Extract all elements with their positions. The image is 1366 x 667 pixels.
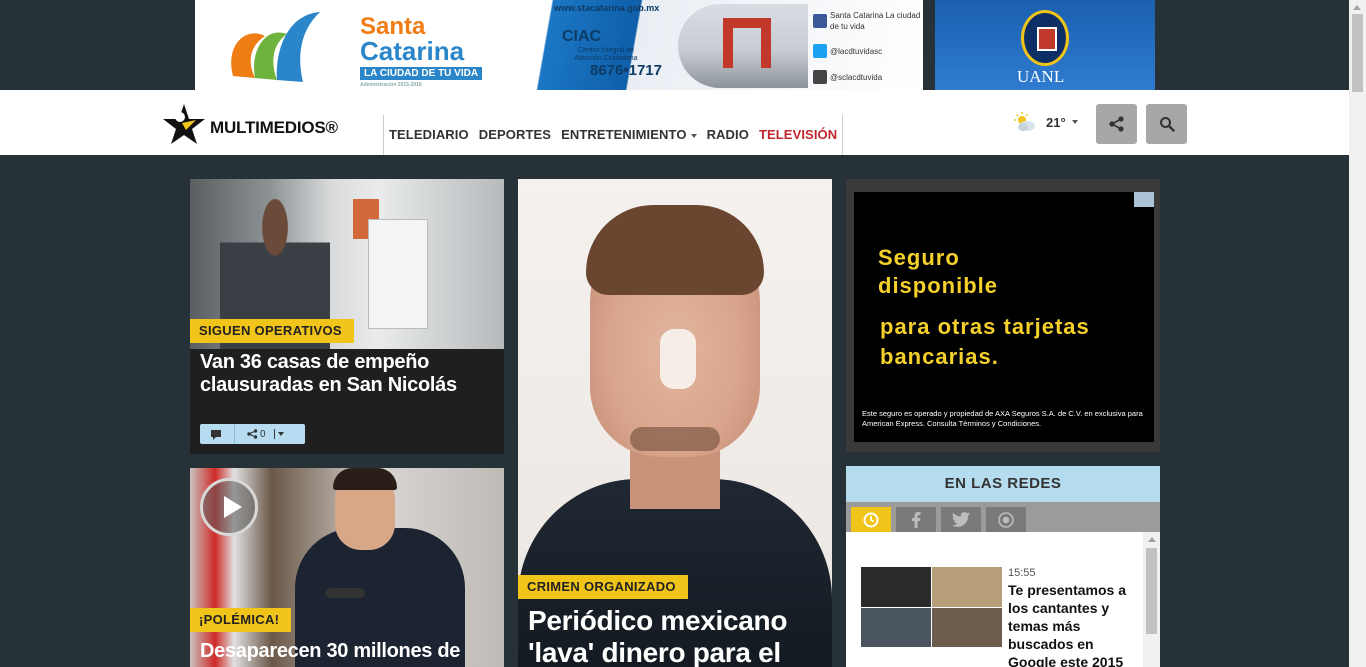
ad-line1: Seguro disponible xyxy=(878,245,998,298)
scroll-up-icon[interactable] xyxy=(1353,5,1361,10)
story-headline[interactable]: Van 36 casas de empeño clausuradas en Sa… xyxy=(200,351,490,397)
nav-deportes[interactable]: DEPORTES xyxy=(474,115,556,155)
redes-title: EN LAS REDES xyxy=(846,466,1160,502)
uanl-name: UANL xyxy=(1017,67,1065,86)
comment-icon[interactable] xyxy=(210,429,222,440)
ad-line2: para otras tarjetas bancarias. xyxy=(880,314,1090,369)
weather-temp: 21° xyxy=(1046,114,1066,130)
image-detail xyxy=(586,205,764,295)
ad-disclaimer: Este seguro es operado y propiedad de AX… xyxy=(862,409,1143,428)
tab-twitter[interactable] xyxy=(941,507,981,532)
ad-social-facebook: Santa Catarina La ciudad de tu vida xyxy=(813,10,923,32)
redes-item-thumbnail[interactable] xyxy=(861,567,1002,647)
story-card[interactable]: SIGUEN OPERATIVOS Van 36 casas de empeño… xyxy=(190,179,504,454)
image-detail xyxy=(325,588,365,598)
santa-catarina-logo-icon xyxy=(231,12,320,82)
ad-monument-photo xyxy=(678,4,808,88)
story-tag[interactable]: SIGUEN OPERATIVOS xyxy=(190,319,354,343)
ad-social-list: Santa Catarina La ciudad de tu vida @lac… xyxy=(813,10,923,90)
redes-tabs xyxy=(846,502,1160,532)
ad-social-label: @sclacdtuvida xyxy=(830,72,883,82)
nav-entretenimiento-label: ENTRETENIMIENTO xyxy=(561,127,687,142)
scrollbar-thumb[interactable] xyxy=(1146,548,1157,634)
story-tag[interactable]: ¡POLÉMICA! xyxy=(190,608,292,632)
tab-facebook[interactable] xyxy=(896,507,936,532)
image-detail xyxy=(630,427,720,451)
image-detail xyxy=(333,468,397,490)
ad-social-label: @lacdtuvidasc xyxy=(830,46,883,56)
story-card[interactable]: ¡POLÉMICA! Desaparecen 30 millones de xyxy=(190,468,504,667)
ad-ciac-title: CIAC xyxy=(562,28,602,45)
scroll-up-icon[interactable] xyxy=(1148,537,1156,542)
thumbnail-tile xyxy=(861,607,931,647)
partly-sunny-icon xyxy=(1014,112,1035,131)
facebook-icon xyxy=(813,14,827,28)
facebook-icon xyxy=(912,511,921,528)
ad-slogan: LA CIUDAD DE TU VIDA xyxy=(360,67,483,80)
site-logo[interactable]: MULTIMEDIOS® xyxy=(162,103,338,145)
chevron-down-icon xyxy=(1071,120,1078,124)
clock-icon xyxy=(863,512,879,527)
thumbnail-tile xyxy=(932,567,1002,607)
nav-telediario[interactable]: TELEDIARIO xyxy=(384,115,474,155)
page-scrollbar[interactable] xyxy=(1349,0,1366,667)
nav-entretenimiento[interactable]: ENTRETENIMIENTO xyxy=(556,115,702,155)
search-button[interactable] xyxy=(1146,104,1187,144)
toolbar-divider xyxy=(234,424,235,444)
share-icon xyxy=(1108,116,1124,132)
story-headline[interactable]: Periódico mexicano 'lava' dinero para el xyxy=(528,605,824,667)
twitter-icon xyxy=(952,512,970,527)
image-detail xyxy=(660,329,696,389)
scrollbar-thumb[interactable] xyxy=(1352,14,1363,92)
nav-radio[interactable]: RADIO xyxy=(702,115,754,155)
top-banner-ad[interactable]: Santa Catarina LA CIUDAD DE TU VIDA Admi… xyxy=(195,0,923,90)
uanl-banner-ad[interactable]: UANL xyxy=(935,0,1155,90)
ad-url: www.stacatarina.gob.mx xyxy=(554,3,660,13)
image-detail xyxy=(368,219,428,329)
chevron-down-icon xyxy=(690,133,697,138)
tab-instagram[interactable] xyxy=(986,507,1026,532)
ad-phone: 8676•1717 xyxy=(590,62,662,79)
ad-brand: Santa Catarina LA CIUDAD DE TU VIDA Admi… xyxy=(360,15,483,88)
uanl-seal-icon xyxy=(1021,10,1069,66)
instagram-icon xyxy=(813,70,827,84)
story-toolbar: 0 xyxy=(200,424,305,444)
redes-scrollbar[interactable] xyxy=(1143,532,1160,667)
ad-brand-line2: Catarina xyxy=(360,36,465,66)
nav-television[interactable]: TELEVISIÓN xyxy=(754,115,842,155)
story-headline[interactable]: Desaparecen 30 millones de xyxy=(200,640,490,663)
thumbnail-tile xyxy=(932,607,1002,647)
thumbnail-tile xyxy=(861,567,931,607)
adchoices-icon[interactable] xyxy=(1134,192,1154,207)
play-video-icon[interactable] xyxy=(200,478,258,536)
redes-item-time: 15:55 xyxy=(1008,567,1036,579)
ad-admin: Administración 2015-2018 xyxy=(360,82,422,88)
ad-ciac-subtitle: Centro Integral de Atención Ciudadana xyxy=(574,47,638,62)
search-icon xyxy=(1159,117,1175,132)
tab-recent[interactable] xyxy=(851,507,891,532)
toolbar-divider xyxy=(273,429,275,439)
weather-widget[interactable]: 21° xyxy=(1014,112,1078,132)
share-count: 0 xyxy=(260,428,266,440)
site-header: MULTIMEDIOS® TELEDIARIO DEPORTES ENTRETE… xyxy=(0,90,1349,155)
ad-ciac: www.stacatarina.gob.mx CIAC Centro Integ… xyxy=(554,0,680,90)
monument-shape xyxy=(723,18,771,68)
en-las-redes-widget: EN LAS REDES 15:55 Te presentamos a los … xyxy=(846,466,1160,667)
redes-item-title[interactable]: Te presentamos a los cantantes y temas m… xyxy=(1008,581,1138,667)
share-button[interactable] xyxy=(1096,104,1137,144)
twitter-icon xyxy=(813,44,827,58)
share-icon[interactable] xyxy=(247,429,258,439)
main-nav: TELEDIARIO DEPORTES ENTRETENIMIENTO RADI… xyxy=(383,115,844,155)
story-tag[interactable]: CRIMEN ORGANIZADO xyxy=(518,575,688,599)
amex-ad[interactable]: Seguro disponible para otras tarjetas ba… xyxy=(854,192,1154,442)
logo-text: MULTIMEDIOS® xyxy=(210,118,338,137)
ad-social-label: Santa Catarina La ciudad de tu vida xyxy=(830,11,921,31)
ad-social-instagram: @sclacdtuvida xyxy=(813,70,923,84)
instagram-icon xyxy=(998,511,1014,528)
featured-story-card[interactable]: CRIMEN ORGANIZADO Periódico mexicano 'la… xyxy=(518,179,832,667)
chevron-down-icon[interactable] xyxy=(277,432,284,436)
multimedios-star-icon xyxy=(163,104,205,144)
ad-social-twitter: @lacdtuvidasc xyxy=(813,44,923,58)
amex-ad-box[interactable]: Seguro disponible para otras tarjetas ba… xyxy=(846,179,1160,452)
